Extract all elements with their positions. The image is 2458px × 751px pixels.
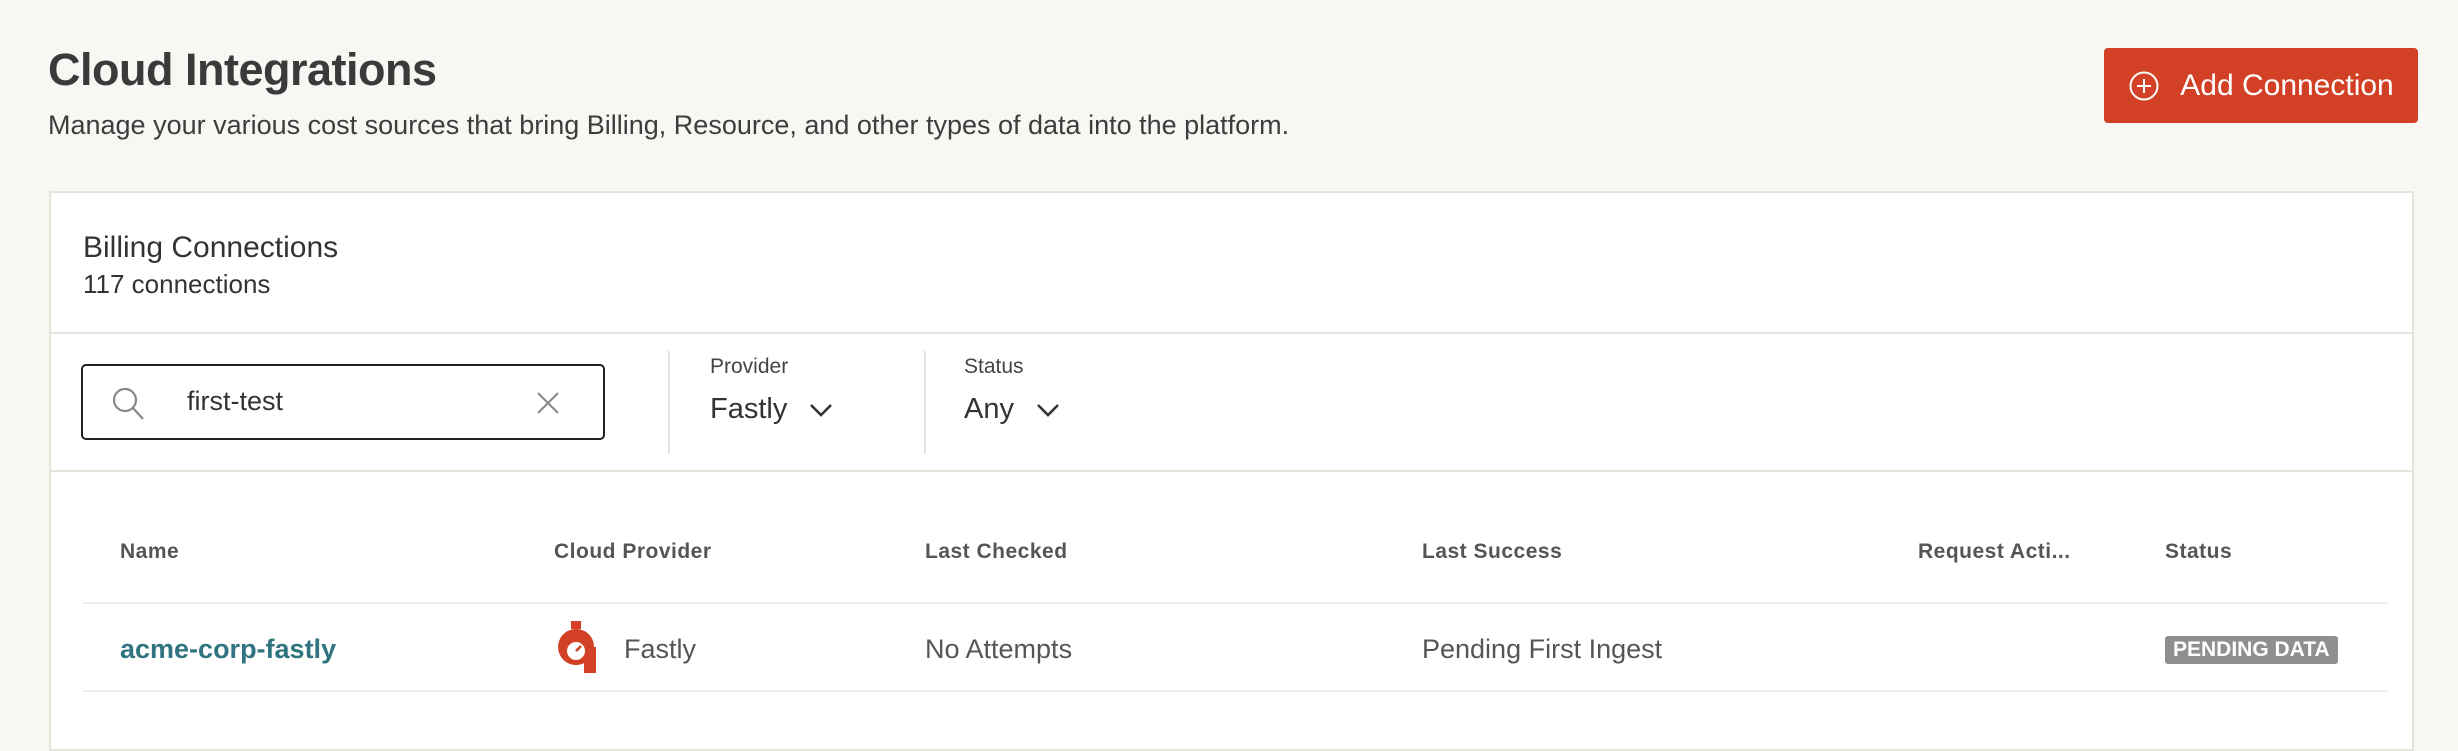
status-filter-label: Status: [964, 355, 1024, 378]
divider: [82, 690, 2387, 692]
search-input[interactable]: first-test: [81, 364, 605, 440]
fastly-logo-icon: [558, 621, 596, 673]
provider-filter-label: Provider: [710, 355, 789, 378]
connection-count: 117 connections: [83, 269, 271, 299]
column-header-last-success[interactable]: Last Success: [1422, 540, 1562, 564]
search-icon: [112, 387, 144, 420]
add-connection-label: Add Connection: [2180, 68, 2394, 102]
page-subtitle: Manage your various cost sources that br…: [48, 110, 1290, 140]
last-success: Pending First Ingest: [1422, 634, 1663, 664]
column-header-last-checked[interactable]: Last Checked: [925, 540, 1068, 564]
divider: [51, 332, 2412, 334]
search-value: first-test: [187, 386, 284, 416]
divider: [668, 351, 670, 454]
connection-name-link[interactable]: acme-corp-fastly: [120, 634, 336, 665]
clear-icon[interactable]: [535, 390, 561, 416]
divider: [924, 351, 926, 454]
column-header-request-action[interactable]: Request Acti...: [1918, 540, 2071, 564]
page-title: Cloud Integrations: [48, 44, 437, 95]
billing-connections-card: Billing Connections 117 connections firs…: [49, 191, 2414, 751]
status-badge: PENDING DATA: [2165, 636, 2338, 664]
column-header-cloud-provider[interactable]: Cloud Provider: [554, 540, 712, 564]
plus-circle-icon: [2129, 71, 2159, 100]
divider: [51, 470, 2412, 472]
chevron-down-icon: [810, 403, 833, 417]
divider: [82, 602, 2387, 604]
card-title: Billing Connections: [83, 231, 339, 264]
column-header-name[interactable]: Name: [120, 540, 179, 564]
cloud-provider-name: Fastly: [624, 634, 697, 664]
last-checked: No Attempts: [925, 634, 1073, 664]
add-connection-button[interactable]: Add Connection: [2104, 48, 2418, 123]
status-filter-value: Any: [964, 393, 1014, 425]
chevron-down-icon: [1037, 403, 1059, 417]
provider-filter-dropdown[interactable]: Fastly: [710, 393, 833, 426]
provider-filter-value: Fastly: [710, 393, 788, 425]
column-header-status[interactable]: Status: [2165, 540, 2232, 564]
status-filter-dropdown[interactable]: Any: [964, 393, 1060, 426]
